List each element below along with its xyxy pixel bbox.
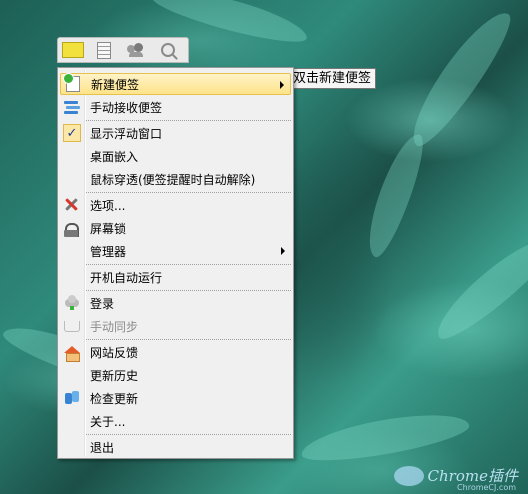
menu-item-label: 检查更新 [90, 391, 139, 406]
search-button[interactable] [154, 39, 182, 61]
note-button[interactable] [58, 39, 86, 61]
menu-separator [86, 120, 291, 121]
menu-item-about[interactable]: 关于... [60, 410, 291, 432]
background-leaf [426, 225, 528, 349]
background-leaf [358, 128, 432, 262]
menu-item-label: 屏幕锁 [90, 221, 127, 236]
users-button[interactable] [122, 39, 150, 61]
menu-separator [86, 339, 291, 340]
users-icon [127, 43, 145, 57]
menu-item-autostart[interactable]: 开机自动运行 [60, 266, 291, 288]
menu-item-label: 鼠标穿透(便签提醒时自动解除) [90, 172, 256, 187]
tooltip: 双击新建便签 [288, 68, 377, 89]
menu-item-options[interactable]: 选项... [60, 194, 291, 216]
menu-item-label: 选项... [90, 198, 126, 213]
menu-item-manager[interactable]: 管理器 [60, 240, 291, 262]
menu-item-check-update[interactable]: 检查更新 [60, 387, 291, 409]
menu-item-label: 手动接收便签 [90, 100, 163, 115]
list-button[interactable] [90, 39, 118, 61]
note-icon [62, 42, 84, 58]
menu-item-desktop-embed[interactable]: 桌面嵌入 [60, 145, 291, 167]
menu-item-label: 退出 [90, 440, 115, 455]
menu-item-label: 新建便签 [91, 77, 140, 92]
menu-item-update-history[interactable]: 更新历史 [60, 364, 291, 386]
menu-item-exit[interactable]: 退出 [60, 436, 291, 458]
background-leaf [298, 405, 472, 469]
update-icon [65, 391, 79, 405]
menu-item-label: 开机自动运行 [90, 270, 163, 285]
menu-separator [86, 264, 291, 265]
menu-item-new-note[interactable]: 新建便签 [60, 73, 291, 95]
menu-item-feedback[interactable]: 网站反馈 [60, 341, 291, 363]
watermark: Chrome插件 ChromeCJ.com [393, 465, 518, 492]
menu-item-label: 手动同步 [90, 319, 139, 334]
check-icon: ✓ [63, 124, 81, 142]
watermark-subtext: ChromeCJ.com [457, 483, 516, 492]
menu-separator [86, 434, 291, 435]
list-icon [97, 41, 111, 59]
menu-item-label: 网站反馈 [90, 345, 139, 360]
notes-toolbar [57, 37, 189, 63]
menu-item-screen-lock[interactable]: 屏幕锁 [60, 217, 291, 239]
watermark-logo-icon [393, 465, 424, 486]
menu-item-label: 登录 [90, 296, 115, 311]
menu-item-login[interactable]: 登录 [60, 292, 291, 314]
menu-item-mouse-through[interactable]: 鼠标穿透(便签提醒时自动解除) [60, 168, 291, 190]
submenu-arrow-icon [280, 81, 284, 89]
context-menu: 新建便签 手动接收便签 ✓ 显示浮动窗口 桌面嵌入 鼠标穿透(便签提醒时自动解除… [57, 67, 294, 459]
menu-item-manual-sync: 手动同步 [60, 315, 291, 337]
cloud-icon [65, 295, 79, 310]
menu-item-label: 显示浮动窗口 [90, 126, 163, 141]
submenu-arrow-icon [281, 247, 285, 255]
menu-separator [86, 192, 291, 193]
menu-item-label: 桌面嵌入 [90, 149, 139, 164]
menu-item-label: 管理器 [90, 244, 127, 259]
menu-item-label: 关于... [90, 414, 126, 429]
menu-item-label: 更新历史 [90, 368, 139, 383]
search-icon [161, 43, 175, 57]
new-note-icon [63, 73, 80, 92]
menu-separator [86, 290, 291, 291]
menu-item-receive[interactable]: 手动接收便签 [60, 96, 291, 118]
sync-icon [64, 320, 80, 332]
tools-icon [64, 197, 80, 213]
receive-icon [64, 101, 80, 114]
home-icon [64, 345, 80, 362]
lock-icon [64, 223, 79, 237]
background-leaf [399, 2, 521, 154]
menu-item-show-float[interactable]: ✓ 显示浮动窗口 [60, 122, 291, 144]
